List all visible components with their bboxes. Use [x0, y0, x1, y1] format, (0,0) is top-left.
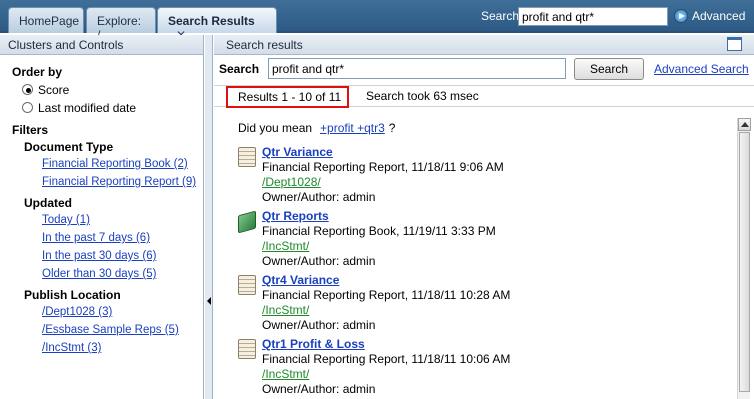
result-owner: Owner/Author: admin: [262, 190, 376, 204]
scroll-thumb[interactable]: [739, 132, 750, 392]
date-radio[interactable]: [22, 102, 33, 113]
filter-today[interactable]: Today (1): [42, 213, 203, 228]
result-title-link[interactable]: Qtr4 Variance: [262, 273, 510, 288]
tab-homepage[interactable]: HomePage: [8, 7, 84, 33]
result-owner: Owner/Author: admin: [262, 254, 376, 268]
results-summary-bar: Results 1 - 10 of 11 Search took 63 msec: [214, 85, 754, 108]
result-meta: Financial Reporting Report, 11/18/11 10:…: [262, 352, 511, 366]
result-location-link[interactable]: /IncStmt/: [262, 367, 510, 382]
score-radio[interactable]: [22, 84, 33, 95]
clusters-panel: Clusters and Controls Order by Score Las…: [0, 35, 204, 399]
filters-title: Filters: [12, 123, 49, 137]
report-icon: [238, 147, 256, 167]
search-time: Search took 63 msec: [366, 89, 479, 103]
results-list: Did you mean +profit +qtr3? Qtr Variance …: [214, 117, 754, 399]
filter-essbase[interactable]: /Essbase Sample Reps (5): [42, 323, 203, 338]
suggestion-link[interactable]: +profit +qtr3: [320, 121, 385, 135]
report-icon: [238, 275, 256, 295]
result-meta: Financial Reporting Report, 11/18/11 10:…: [262, 288, 511, 302]
search-results-header: Search results: [214, 35, 754, 55]
result-owner: Owner/Author: admin: [262, 382, 376, 396]
order-score-option[interactable]: Score: [22, 82, 203, 97]
top-tab-bar: HomePage Explore: / Search Results ✕ Sea…: [0, 0, 754, 42]
result-title-link[interactable]: Qtr Reports: [262, 209, 496, 224]
did-you-mean-qmark: ?: [388, 121, 396, 135]
result-meta: Financial Reporting Report, 11/18/11 9:0…: [262, 160, 504, 174]
clusters-panel-header: Clusters and Controls: [0, 35, 203, 55]
top-advanced-link[interactable]: Advanced: [692, 9, 745, 23]
maximize-icon[interactable]: [727, 37, 742, 51]
filter-past-7-days[interactable]: In the past 7 days (6): [42, 231, 203, 246]
search-input[interactable]: [268, 58, 566, 79]
panel-splitter[interactable]: [205, 35, 213, 399]
search-button[interactable]: Search: [574, 58, 644, 80]
advanced-search-link[interactable]: Advanced Search: [654, 62, 749, 76]
top-search-label: Search: [481, 9, 520, 23]
search-results-panel: Search results Search Search Advanced Se…: [214, 35, 754, 399]
filter-past-30-days[interactable]: In the past 30 days (6): [42, 249, 203, 264]
result-title-link[interactable]: Qtr1 Profit & Loss: [262, 337, 510, 352]
top-search-input[interactable]: [518, 7, 668, 26]
result-title-link[interactable]: Qtr Variance: [262, 145, 504, 160]
did-you-mean-label: Did you mean: [238, 121, 313, 135]
score-radio-label: Score: [38, 82, 70, 97]
collapse-left-icon[interactable]: [207, 297, 211, 305]
updated-title: Updated: [24, 196, 72, 210]
result-location-link[interactable]: /Dept1028/: [262, 175, 504, 190]
result-location-link[interactable]: /IncStmt/: [262, 239, 496, 254]
search-label: Search: [219, 62, 260, 76]
filter-fr-report[interactable]: Financial Reporting Report (9): [42, 175, 203, 190]
search-results-header-label: Search results: [226, 38, 303, 52]
filter-older-30-days[interactable]: Older than 30 days (5): [42, 267, 203, 282]
document-type-title: Document Type: [24, 140, 114, 154]
date-radio-label: Last modified date: [38, 100, 137, 115]
tab-search-results-label: Search Results: [168, 14, 255, 28]
did-you-mean: Did you mean +profit +qtr3?: [238, 121, 395, 135]
filter-dept1028[interactable]: /Dept1028 (3): [42, 305, 203, 320]
order-date-option[interactable]: Last modified date: [22, 100, 203, 115]
arrow-right-icon[interactable]: [674, 9, 688, 23]
result-meta: Financial Reporting Book, 11/19/11 3:33 …: [262, 224, 496, 238]
order-by-title: Order by: [12, 65, 63, 79]
scroll-up-icon[interactable]: [738, 118, 751, 131]
filter-fr-book[interactable]: Financial Reporting Book (2): [42, 157, 203, 172]
results-count: Results 1 - 10 of 11: [226, 86, 349, 108]
result-owner: Owner/Author: admin: [262, 318, 376, 332]
tab-explore[interactable]: Explore: /: [86, 7, 156, 42]
book-icon: [238, 210, 256, 234]
report-icon: [238, 339, 256, 359]
results-scrollbar[interactable]: [737, 118, 751, 399]
tab-search-results[interactable]: Search Results ✕: [157, 7, 277, 42]
tab-homepage-label: HomePage: [19, 14, 80, 28]
publish-location-title: Publish Location: [24, 288, 121, 302]
result-location-link[interactable]: /IncStmt/: [262, 303, 510, 318]
filter-incstmt[interactable]: /IncStmt (3): [42, 341, 203, 356]
search-row: Search Search Advanced Search: [214, 55, 754, 83]
